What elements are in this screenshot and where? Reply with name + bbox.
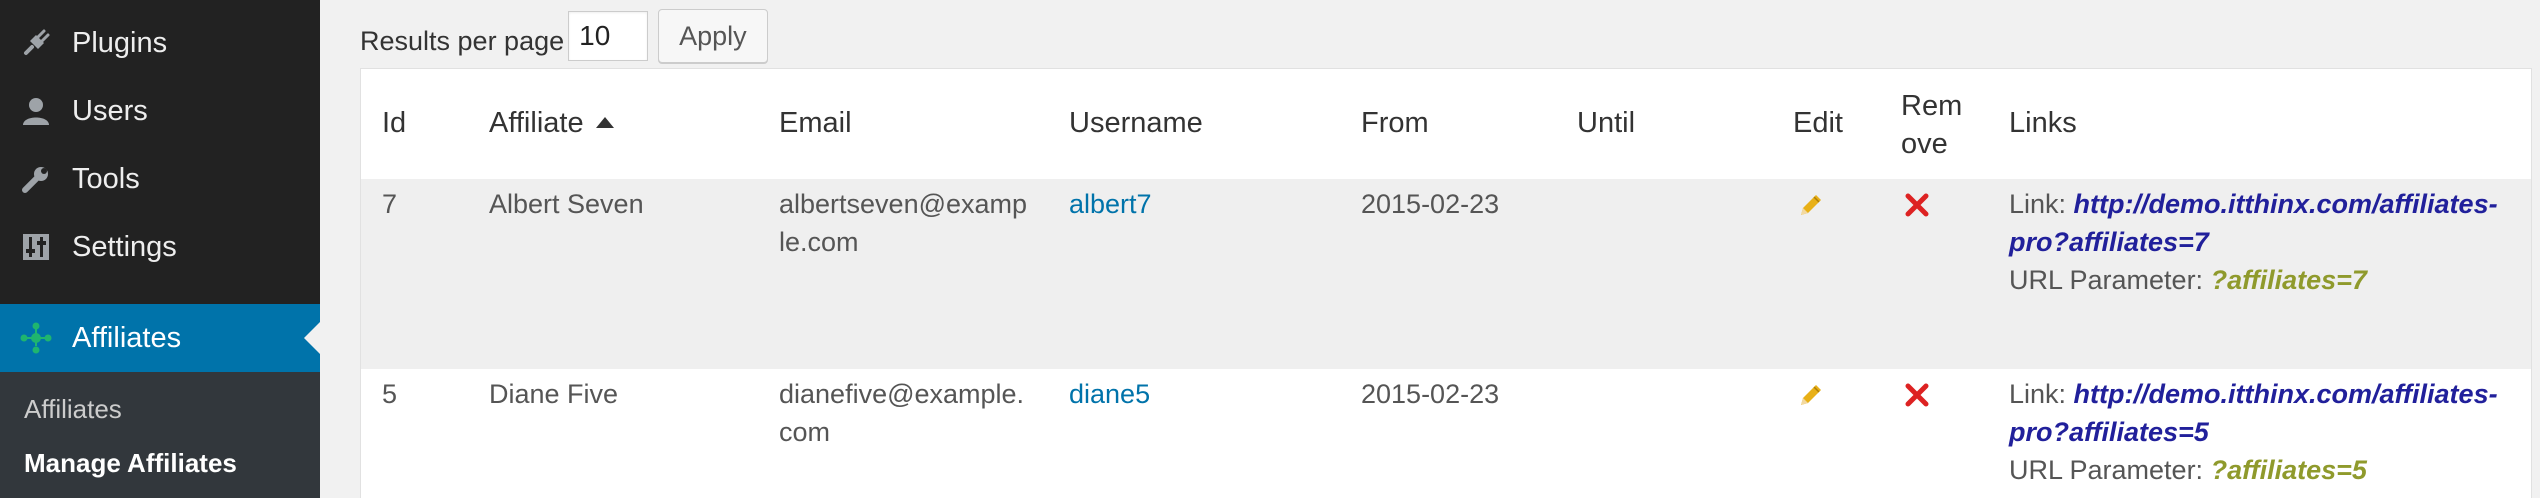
- url-parameter-line: URL Parameter: ?affiliates=7: [2009, 261, 2529, 299]
- affiliates-submenu: Affiliates Manage Affiliates: [0, 372, 320, 498]
- sidebar-item-label: Settings: [72, 230, 177, 263]
- url-parameter-label: URL Parameter:: [2009, 455, 2211, 485]
- cell-email-line2: le.com: [779, 227, 859, 257]
- column-header-remove-line1: Rem: [1901, 90, 1963, 122]
- cell-affiliate: Albert Seven: [489, 189, 644, 219]
- user-icon: [18, 93, 54, 129]
- column-header-edit: Edit: [1793, 107, 1843, 139]
- cell-username-link[interactable]: albert7: [1069, 185, 1152, 223]
- sidebar-item-label: Tools: [72, 162, 140, 195]
- submenu-item-manage-affiliates[interactable]: Manage Affiliates: [24, 448, 237, 479]
- table-header: Id Affiliate Email Username From Until E…: [361, 69, 2531, 180]
- edit-pencil-icon[interactable]: [1797, 191, 1825, 219]
- cell-email-line1: albertseven@examp: [779, 189, 1028, 219]
- main-content: Results per page Apply Id Affiliate Emai…: [320, 0, 2540, 498]
- admin-sidebar: Plugins Users Tools Settings Affiliates …: [0, 0, 320, 498]
- sidebar-item-affiliates[interactable]: Affiliates: [0, 304, 320, 372]
- app-window: Plugins Users Tools Settings Affiliates …: [0, 0, 2540, 498]
- cell-affiliate: Diane Five: [489, 379, 619, 409]
- cell-from: 2015-02-23: [1361, 189, 1500, 219]
- cell-email: dianefive@example. com: [779, 375, 1024, 451]
- affiliates-icon: [18, 320, 54, 356]
- results-per-page-controls: Results per page Apply: [360, 8, 768, 64]
- sidebar-item-settings[interactable]: Settings: [0, 213, 320, 281]
- column-header-remove: Rem ove: [1901, 87, 1962, 163]
- column-header-links: Links: [2009, 107, 2077, 139]
- column-header-affiliate[interactable]: Affiliate: [489, 107, 614, 140]
- affiliate-url-link[interactable]: http://demo.itthinx.com/affiliates-: [2074, 379, 2498, 409]
- cell-links: Link: http://demo.itthinx.com/affiliates…: [2009, 375, 2529, 489]
- sidebar-item-tools[interactable]: Tools: [0, 145, 320, 213]
- column-header-id[interactable]: Id: [382, 107, 406, 140]
- column-header-username[interactable]: Username: [1069, 107, 1203, 140]
- remove-x-icon[interactable]: [1903, 191, 1931, 219]
- link-line: Link: http://demo.itthinx.com/affiliates…: [2009, 375, 2529, 413]
- wrench-icon: [18, 161, 54, 197]
- link-label: Link:: [2009, 189, 2074, 219]
- apply-button[interactable]: Apply: [658, 9, 768, 63]
- settings-icon: [18, 229, 54, 265]
- link-label: Link:: [2009, 379, 2074, 409]
- plug-icon: [18, 25, 54, 61]
- column-header-until[interactable]: Until: [1577, 107, 1635, 140]
- sidebar-item-plugins[interactable]: Plugins: [0, 9, 320, 77]
- active-indicator: [304, 322, 320, 354]
- sidebar-item-label: Users: [72, 94, 148, 127]
- url-parameter-value: ?affiliates=7: [2210, 265, 2367, 295]
- column-header-from[interactable]: From: [1361, 107, 1429, 140]
- affiliates-table: Id Affiliate Email Username From Until E…: [360, 68, 2532, 498]
- url-parameter-line: URL Parameter: ?affiliates=5: [2009, 451, 2529, 489]
- sidebar-item-label: Plugins: [72, 26, 168, 59]
- cell-email: albertseven@examp le.com: [779, 185, 1027, 261]
- cell-email-line2: com: [779, 417, 831, 447]
- remove-x-icon[interactable]: [1903, 381, 1931, 409]
- submenu-item-affiliates[interactable]: Affiliates: [24, 394, 122, 425]
- table-row: 5 Diane Five dianefive@example. com diane…: [361, 369, 2531, 498]
- link-line: Link: http://demo.itthinx.com/affiliates…: [2009, 185, 2529, 223]
- affiliate-url-link[interactable]: http://demo.itthinx.com/affiliates-: [2074, 189, 2498, 219]
- url-parameter-label: URL Parameter:: [2009, 265, 2211, 295]
- cell-from: 2015-02-23: [1361, 379, 1500, 409]
- affiliate-url-link-continued[interactable]: pro?affiliates=5: [2009, 413, 2529, 451]
- cell-id: 7: [382, 189, 398, 219]
- column-header-email[interactable]: Email: [779, 107, 852, 140]
- cell-links: Link: http://demo.itthinx.com/affiliates…: [2009, 185, 2529, 299]
- cell-username-link[interactable]: diane5: [1069, 375, 1150, 413]
- column-header-remove-line2: ove: [1901, 128, 1948, 160]
- sort-ascending-icon: [595, 117, 614, 128]
- sidebar-item-label: Affiliates: [72, 321, 182, 354]
- cell-email-line1: dianefive@example.: [779, 379, 1025, 409]
- edit-pencil-icon[interactable]: [1797, 381, 1825, 409]
- sidebar-item-users[interactable]: Users: [0, 77, 320, 145]
- results-per-page-label: Results per page: [360, 25, 565, 56]
- cell-id: 5: [382, 379, 398, 409]
- column-header-affiliate-label: Affiliate: [489, 107, 584, 139]
- url-parameter-value: ?affiliates=5: [2210, 455, 2367, 485]
- results-per-page-input[interactable]: [568, 11, 649, 61]
- affiliate-url-link-continued[interactable]: pro?affiliates=7: [2009, 223, 2529, 261]
- table-row: 7 Albert Seven albertseven@examp le.com a…: [361, 179, 2531, 369]
